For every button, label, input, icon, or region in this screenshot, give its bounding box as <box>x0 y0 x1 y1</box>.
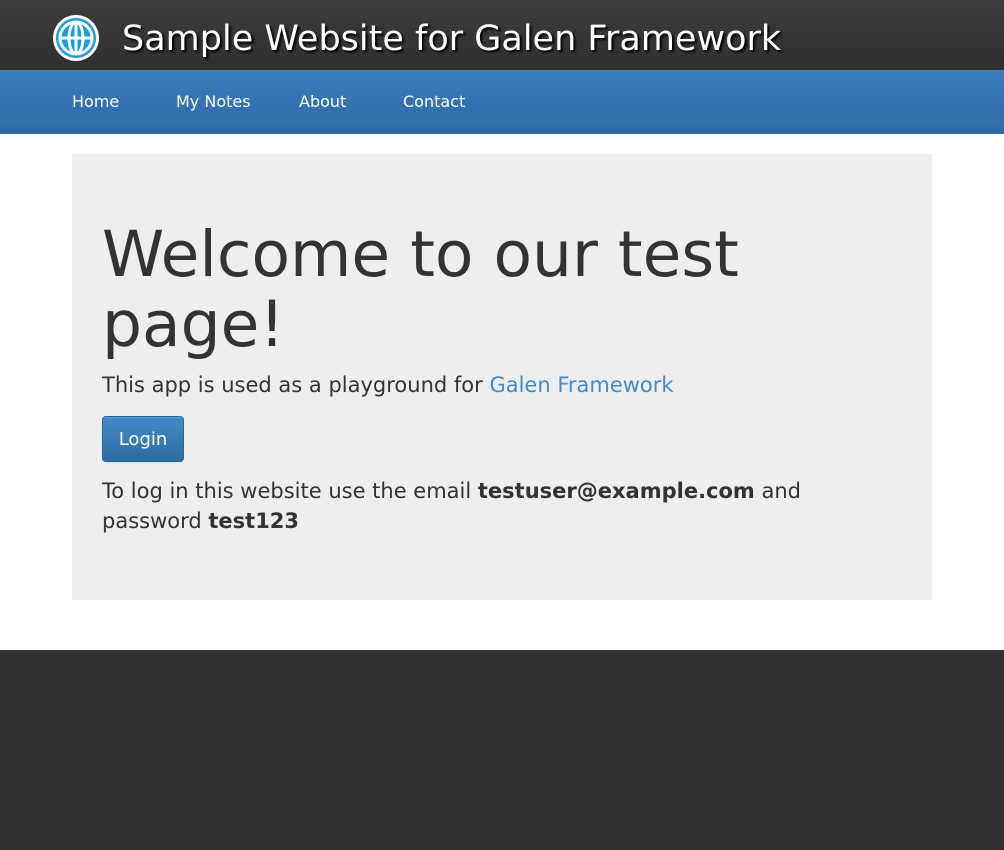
intro-text: This app is used as a playground for Gal… <box>102 370 674 400</box>
credentials-password: test123 <box>208 509 300 533</box>
globe-icon <box>53 15 99 61</box>
nav-item-about[interactable]: About <box>299 90 346 114</box>
credentials-email: testuser@example.com <box>477 479 755 503</box>
nav-item-my-notes[interactable]: My Notes <box>176 90 251 114</box>
nav-item-contact[interactable]: Contact <box>403 90 465 114</box>
welcome-heading: Welcome to our test page! <box>102 218 739 361</box>
galen-framework-link[interactable]: Galen Framework <box>489 373 673 397</box>
credentials-prefix: To log in this website use the email <box>102 479 478 503</box>
nav-item-home[interactable]: Home <box>72 90 119 114</box>
site-footer <box>0 650 1004 850</box>
welcome-jumbotron: Welcome to our test page! This app is us… <box>72 154 932 600</box>
credentials-text: To log in this website use the email tes… <box>102 476 842 536</box>
intro-prefix: This app is used as a playground for <box>102 373 490 397</box>
site-title: Sample Website for Galen Framework <box>122 19 782 59</box>
login-button[interactable]: Login <box>102 416 184 462</box>
main-nav: Home My Notes About Contact <box>0 70 1004 134</box>
site-header: Sample Website for Galen Framework <box>0 0 1004 70</box>
